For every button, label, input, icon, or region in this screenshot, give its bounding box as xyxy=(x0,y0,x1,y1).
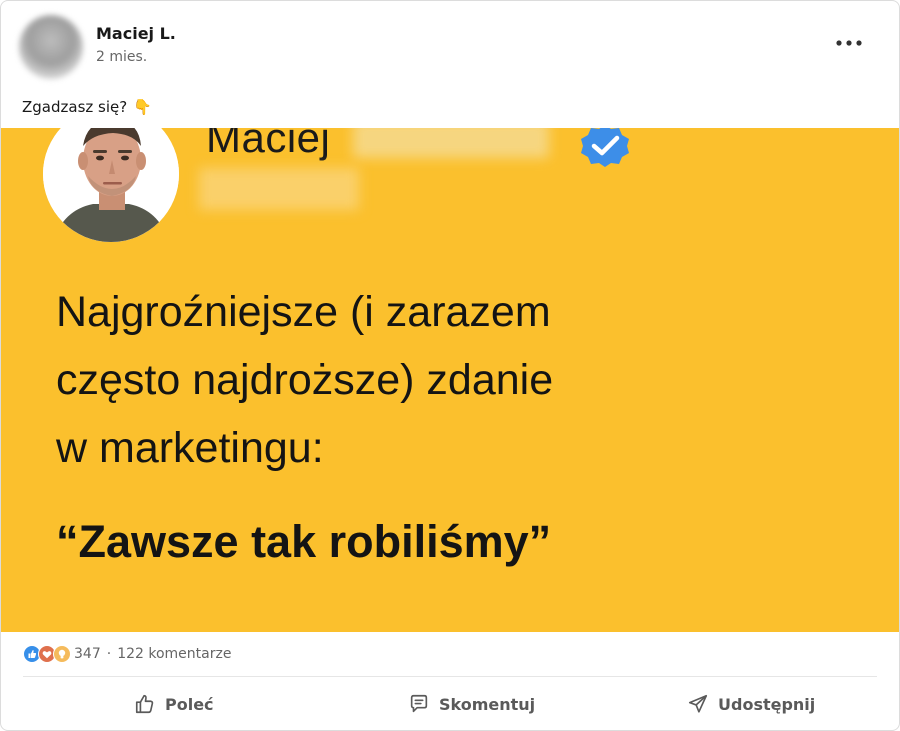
action-bar: Poleć Skomentuj Udostępnij xyxy=(1,681,899,727)
blurred-surname xyxy=(353,128,549,158)
post-header: Maciej L. 2 mies. xyxy=(1,1,899,91)
counts-separator: · xyxy=(106,646,112,662)
image-headline: Najgroźniejsze (i zarazem często najdroż… xyxy=(56,278,553,482)
verified-badge-icon xyxy=(581,128,629,167)
like-button[interactable]: Poleć xyxy=(134,681,214,727)
share-label: Udostępnij xyxy=(718,694,816,714)
share-button[interactable]: Udostępnij xyxy=(687,681,815,727)
send-icon xyxy=(688,694,708,713)
divider xyxy=(23,676,877,677)
thumbs-up-icon xyxy=(135,694,154,714)
post-text-content: Zgadzasz się? xyxy=(22,98,128,116)
author-name[interactable]: Maciej L. xyxy=(96,24,176,43)
more-horizontal-icon xyxy=(836,40,862,46)
headline-line: w marketingu: xyxy=(56,424,324,472)
post-image[interactable]: Maciej Najgroźniejsze (i zarazem często … xyxy=(1,128,899,632)
headline-line: często najdroższe) zdanie xyxy=(56,356,554,404)
blurred-handle xyxy=(199,168,359,210)
post-timestamp: 2 mies. xyxy=(96,49,148,65)
comment-icon xyxy=(410,694,428,713)
profile-photo xyxy=(43,128,179,242)
comment-label: Skomentuj xyxy=(439,694,536,714)
image-author-name: Maciej xyxy=(206,128,331,161)
like-label: Poleć xyxy=(165,694,214,714)
headline-line: Najgroźniejsze (i zarazem xyxy=(56,288,551,336)
post-card: Maciej L. 2 mies. Zgadzasz się? 👇 Maciej… xyxy=(0,0,900,731)
pointing-down-emoji: 👇 xyxy=(133,98,152,116)
reaction-count: 347 xyxy=(74,646,101,662)
post-text: Zgadzasz się? 👇 xyxy=(22,98,152,116)
reaction-icons xyxy=(23,645,71,663)
more-options-button[interactable] xyxy=(829,27,869,59)
image-quote: “Zawsze tak robiliśmy” xyxy=(56,516,552,567)
social-counts[interactable]: 347 · 122 komentarze xyxy=(23,645,231,663)
comments-count-link[interactable]: 122 komentarze xyxy=(117,646,231,662)
person-portrait-icon xyxy=(43,128,179,242)
comment-button[interactable]: Skomentuj xyxy=(408,681,535,727)
insightful-reaction-icon xyxy=(53,645,71,663)
author-avatar[interactable] xyxy=(19,15,83,79)
